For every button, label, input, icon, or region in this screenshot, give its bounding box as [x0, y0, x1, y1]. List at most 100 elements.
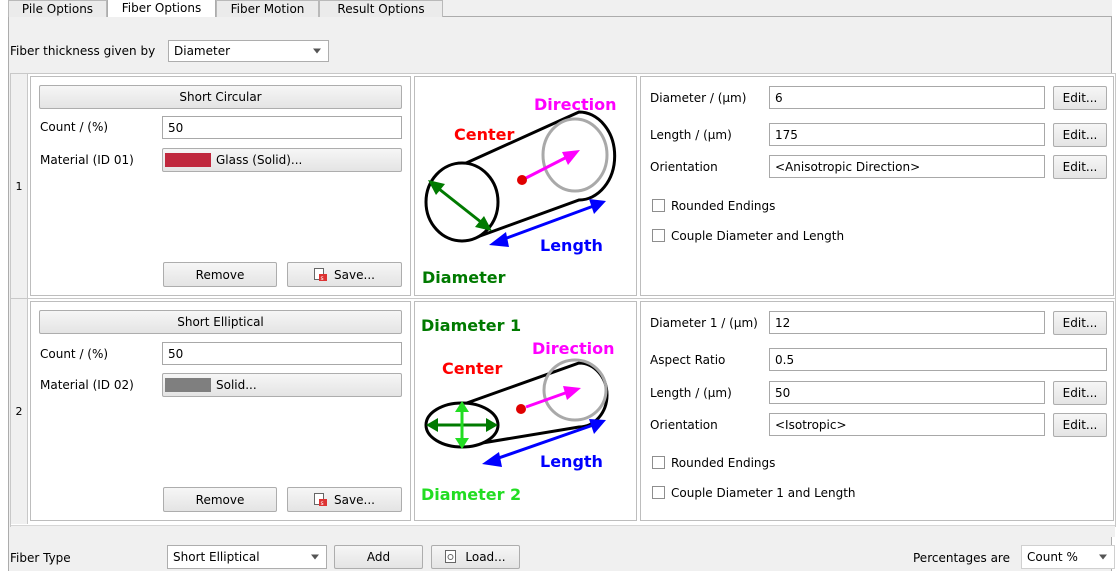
material-color-swatch [165, 378, 211, 392]
button-label: Remove [195, 492, 245, 507]
input-value: <Anisotropic Direction> [775, 159, 921, 174]
fiber-2-length-input[interactable]: 50 [769, 381, 1045, 404]
row-number: 2 [15, 405, 23, 418]
fiber-title: Short Elliptical [177, 315, 264, 329]
fiber-1-count-input[interactable]: 50 [162, 116, 402, 139]
button-label: Edit... [1062, 128, 1098, 142]
input-value: 0.5 [775, 352, 795, 367]
button-label: Edit... [1062, 386, 1098, 400]
tab-label: Fiber Motion [230, 2, 305, 16]
fiber-2-remove-button[interactable]: Remove [163, 487, 277, 512]
fiber-2-orientation-input[interactable]: <Isotropic> [769, 413, 1045, 436]
fiber-2-diameter1-input[interactable]: 12 [769, 311, 1045, 334]
fiber-1-diameter-input[interactable]: 6 [769, 86, 1045, 109]
length-label: Length [540, 236, 603, 255]
button-label: Add [366, 550, 391, 564]
button-label: Edit... [1062, 418, 1098, 432]
input-value: 50 [168, 346, 184, 361]
tab-fiber-options[interactable]: Fiber Options [107, 0, 216, 17]
fiber-1-diameter-edit-button[interactable]: Edit... [1053, 86, 1107, 110]
tab-result-options[interactable]: Result Options [319, 0, 443, 17]
length-label: Length / (µm) [650, 128, 732, 142]
fiber-1-material-button[interactable]: Glass (Solid)... [162, 148, 402, 172]
diameter-label: Diameter / (µm) [650, 91, 747, 105]
fiber-1-save-button[interactable]: s Save... [287, 262, 402, 287]
svg-text:s: s [321, 500, 324, 507]
fiber-2-aspect-ratio-input[interactable]: 0.5 [769, 348, 1107, 371]
input-value: 175 [775, 127, 798, 142]
percentages-select[interactable]: Count % [1021, 545, 1115, 569]
checkbox-label: Couple Diameter and Length [671, 229, 845, 243]
input-value: 12 [775, 315, 791, 330]
fiber-2-rounded-endings-checkbox[interactable] [652, 456, 665, 469]
fiber-2-orientation-edit-button[interactable]: Edit... [1053, 413, 1107, 437]
fiber-1-orientation-edit-button[interactable]: Edit... [1053, 155, 1107, 179]
fiber-type-select[interactable]: Short Elliptical [167, 545, 327, 569]
checkbox-label: Rounded Endings [671, 199, 776, 213]
fiber-2-title-button[interactable]: Short Elliptical [39, 310, 402, 334]
fiber-2-diameter1-edit-button[interactable]: Edit... [1053, 311, 1107, 335]
select-value: Short Elliptical [173, 550, 260, 564]
diameter-label: Diameter [422, 268, 506, 287]
button-label: Load... [465, 550, 506, 564]
row-number: 1 [15, 180, 23, 193]
count-label: Count / (%) [40, 120, 109, 134]
center-label: Center [454, 125, 514, 144]
row-header-2[interactable]: 2 [11, 299, 28, 524]
length-label: Length / (µm) [650, 386, 732, 400]
diameter1-label: Diameter 1 / (µm) [650, 316, 758, 330]
fiber-2-length-edit-button[interactable]: Edit... [1053, 381, 1107, 405]
horizontal-scrollbar[interactable] [11, 525, 1115, 537]
percentages-label: Percentages are [913, 551, 1010, 565]
chevron-down-icon [1099, 554, 1107, 560]
button-label: Edit... [1062, 91, 1098, 105]
fiber-1-properties-panel [640, 76, 1114, 296]
length-label: Length [540, 452, 603, 471]
direction-label: Direction [532, 339, 615, 358]
material-name: Solid... [216, 378, 257, 392]
fiber-1-diagram: Direction Center Length Diameter [422, 95, 617, 287]
chevron-down-icon [313, 48, 321, 54]
fiber-1-title-button[interactable]: Short Circular [39, 85, 402, 109]
tab-fiber-motion[interactable]: Fiber Motion [216, 0, 319, 17]
tab-label: Result Options [337, 2, 425, 16]
tab-label: Pile Options [21, 2, 94, 16]
fiber-1-length-edit-button[interactable]: Edit... [1053, 123, 1107, 147]
button-label: Remove [195, 267, 245, 282]
row-divider [11, 298, 1115, 299]
fiber-2-couple-checkbox[interactable] [652, 486, 665, 499]
chevron-down-icon [311, 554, 319, 560]
thickness-label: Fiber thickness given by [10, 44, 156, 58]
material-label: Material (ID 02) [40, 378, 134, 392]
load-icon [445, 550, 457, 563]
orientation-label: Orientation [650, 418, 718, 432]
fiber-type-label: Fiber Type [10, 551, 71, 565]
tab-pile-options[interactable]: Pile Options [8, 0, 107, 17]
select-value: Count % [1027, 550, 1078, 564]
fiber-2-material-button[interactable]: Solid... [162, 373, 402, 397]
orientation-label: Orientation [650, 160, 718, 174]
button-label: Save... [334, 267, 375, 282]
fiber-1-remove-button[interactable]: Remove [163, 262, 277, 287]
count-label: Count / (%) [40, 347, 109, 361]
tab-bar: Pile Options Fiber Options Fiber Motion … [8, 0, 1112, 17]
fiber-1-length-input[interactable]: 175 [769, 123, 1045, 146]
checkbox-label: Couple Diameter 1 and Length [671, 486, 856, 500]
load-button[interactable]: Load... [431, 545, 520, 569]
input-value: 50 [775, 385, 791, 400]
add-button[interactable]: Add [334, 545, 423, 569]
button-label: Edit... [1062, 160, 1098, 174]
save-icon: s [314, 492, 328, 507]
diameter1-label: Diameter 1 [421, 316, 521, 335]
input-value: 6 [775, 90, 783, 105]
material-color-swatch [165, 153, 211, 167]
fiber-2-count-input[interactable]: 50 [162, 342, 402, 365]
fiber-1-couple-checkbox[interactable] [652, 229, 665, 242]
fiber-2-save-button[interactable]: s Save... [287, 487, 402, 512]
fiber-1-rounded-endings-checkbox[interactable] [652, 199, 665, 212]
thickness-select[interactable]: Diameter [168, 40, 329, 62]
fiber-2-diagram: Diameter 1 Direction Center Length Diame… [421, 316, 615, 504]
row-header-1[interactable]: 1 [11, 74, 28, 299]
fiber-1-orientation-input[interactable]: <Anisotropic Direction> [769, 155, 1045, 178]
material-name: Glass (Solid)... [216, 153, 303, 167]
